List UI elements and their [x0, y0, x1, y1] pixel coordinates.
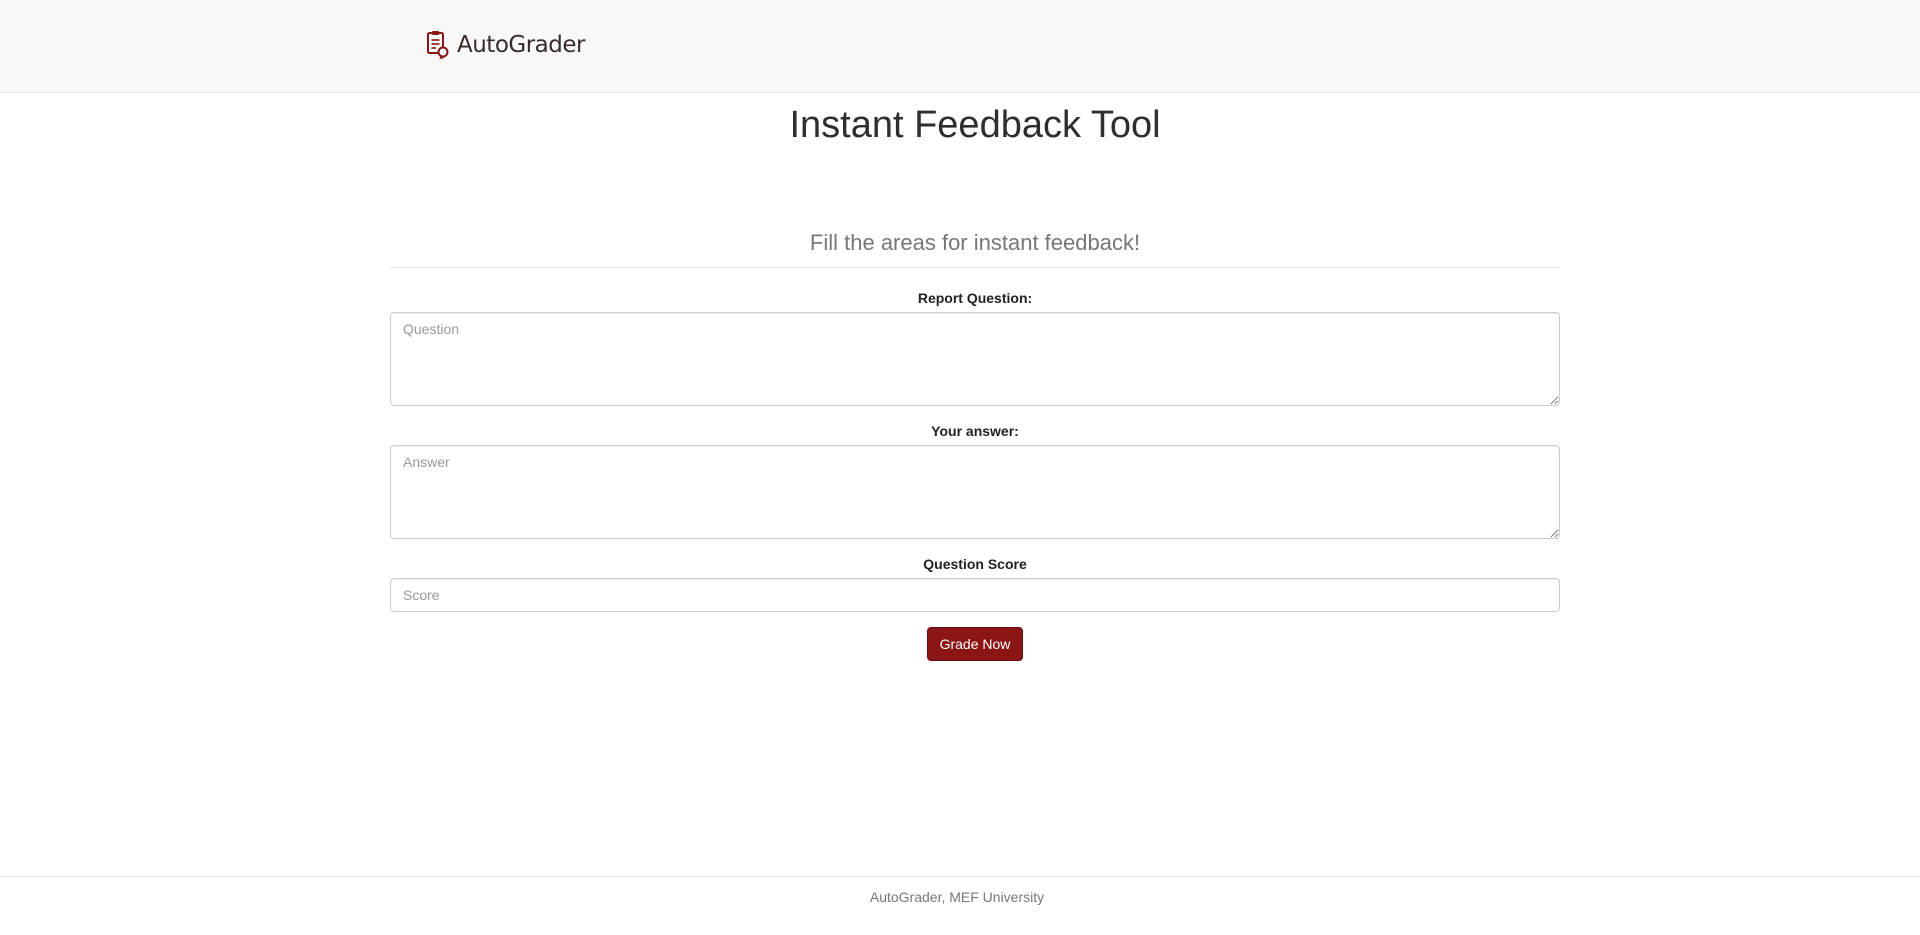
score-label: Question Score [923, 556, 1027, 572]
navbar: AutoGrader [0, 0, 1920, 93]
feedback-form: Fill the areas for instant feedback! Rep… [390, 228, 1560, 661]
certificate-document-icon [427, 31, 449, 60]
footer-text: AutoGrader, MEF University [869, 889, 1045, 905]
question-textarea[interactable] [390, 312, 1560, 406]
footer: AutoGrader, MEF University [0, 876, 1920, 935]
brand-link[interactable]: AutoGrader [425, 28, 585, 62]
grade-now-button[interactable]: Grade Now [927, 627, 1023, 661]
score-input[interactable] [390, 578, 1560, 612]
brand-name: AutoGrader [457, 32, 585, 58]
divider [390, 267, 1560, 268]
page-title: Instant Feedback Tool [789, 104, 1161, 146]
button-row: Grade Now [390, 627, 1560, 661]
question-label: Report Question: [917, 290, 1033, 306]
form-subtitle: Fill the areas for instant feedback! [809, 230, 1141, 255]
answer-textarea[interactable] [390, 445, 1560, 539]
answer-label: Your answer: [931, 423, 1019, 439]
